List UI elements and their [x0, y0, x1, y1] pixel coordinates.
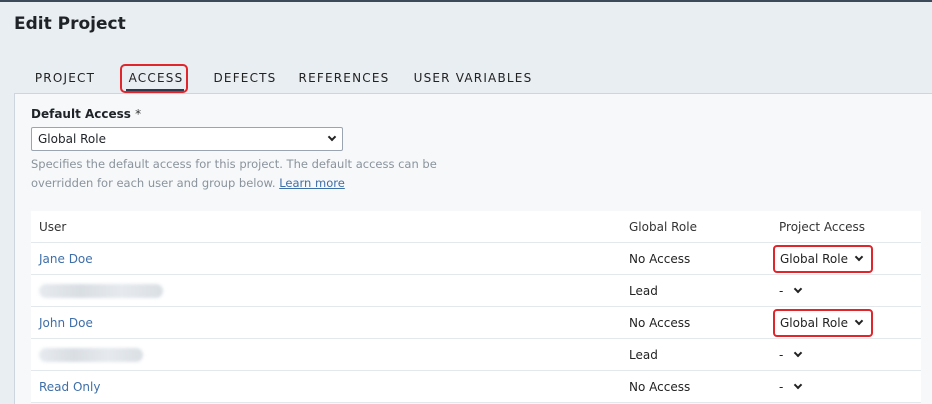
required-mark: * — [135, 107, 142, 121]
top-border — [0, 0, 932, 2]
tab-references[interactable]: REFERENCES — [294, 66, 394, 94]
global-role-cell: No Access — [629, 316, 691, 330]
header-global-role: Global Role — [629, 220, 697, 234]
user-link[interactable]: John Doe — [39, 307, 93, 339]
table-row: Lead - — [31, 339, 921, 371]
redacted-user-name — [39, 348, 143, 362]
table-row: John Doe No Access Global Role — [31, 307, 921, 339]
table-row: Jane Doe No Access Global Role — [31, 243, 921, 275]
chevron-down-icon — [854, 252, 864, 262]
user-link[interactable]: Read Only — [39, 371, 100, 403]
default-access-help: Specifies the default access for this pr… — [31, 155, 451, 193]
project-access-value: Global Role — [780, 316, 848, 330]
chevron-down-icon — [854, 316, 864, 326]
header-user: User — [39, 220, 67, 234]
project-access-select[interactable]: Global Role — [773, 309, 873, 337]
chevron-down-icon — [793, 380, 803, 390]
chevron-down-icon — [793, 284, 803, 294]
active-tab-highlight — [120, 64, 188, 93]
chevron-down-icon — [793, 348, 803, 358]
user-access-table: User Global Role Project Access Jane Doe… — [31, 211, 921, 403]
tab-user-variables[interactable]: USER VARIABLES — [412, 66, 534, 94]
user-link[interactable]: Jane Doe — [39, 243, 93, 275]
tab-defects[interactable]: DEFECTS — [202, 66, 288, 94]
default-access-value: Global Role — [38, 132, 106, 146]
learn-more-link[interactable]: Learn more — [279, 176, 345, 190]
global-role-cell: No Access — [629, 380, 691, 394]
global-role-cell: Lead — [629, 284, 658, 298]
project-access-value: - — [779, 380, 784, 394]
project-access-value: - — [779, 348, 784, 362]
redacted-user-name — [39, 284, 163, 298]
global-role-cell: Lead — [629, 348, 658, 362]
global-role-cell: No Access — [629, 252, 691, 266]
project-access-select[interactable]: Global Role — [773, 245, 873, 273]
default-access-help-text: Specifies the default access for this pr… — [31, 157, 437, 190]
page-title: Edit Project — [14, 14, 126, 34]
project-access-value: Global Role — [780, 252, 848, 266]
table-row: Lead - — [31, 275, 921, 307]
default-access-select[interactable]: Global Role — [31, 127, 343, 151]
chevron-down-icon — [327, 132, 337, 142]
table-header: User Global Role Project Access — [31, 211, 921, 243]
table-row: Read Only No Access - — [31, 371, 921, 403]
default-access-label: Default Access * — [31, 107, 141, 121]
default-access-label-text: Default Access — [31, 107, 131, 121]
tab-project[interactable]: PROJECT — [20, 66, 110, 94]
access-panel: Default Access * Global Role Specifies t… — [14, 93, 932, 404]
header-project-access: Project Access — [779, 220, 865, 234]
project-access-value: - — [779, 284, 784, 298]
